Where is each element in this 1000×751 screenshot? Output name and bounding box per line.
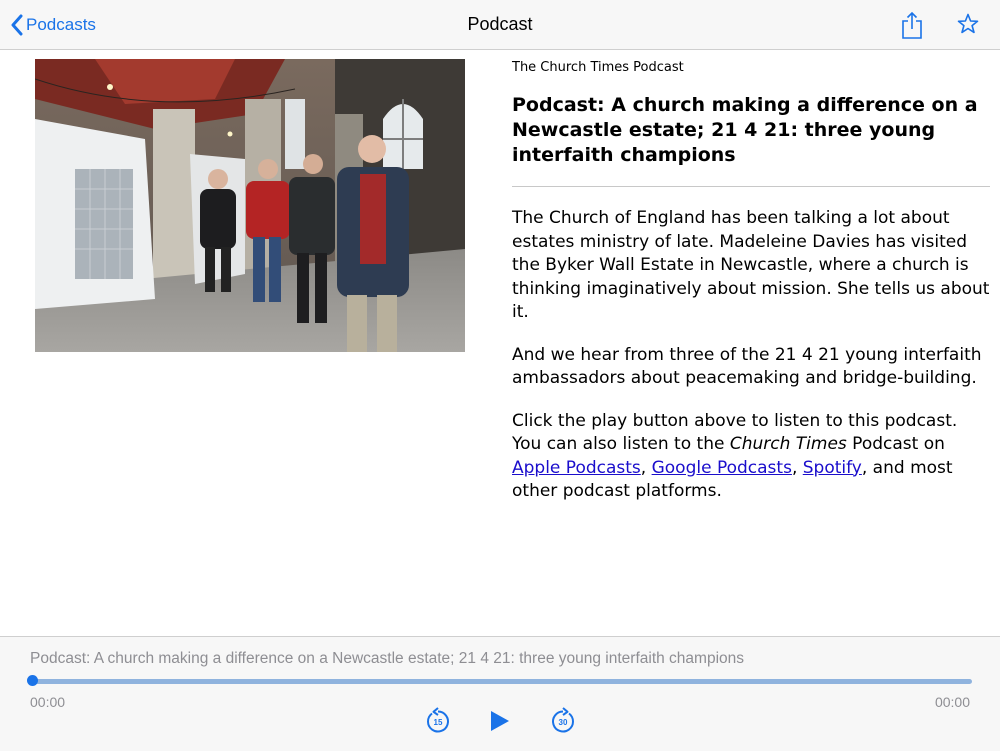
paragraph-text: Podcast on [846,434,945,454]
google-podcasts-link[interactable]: Google Podcasts [652,458,792,478]
skip-forward-30-icon: 30 [552,707,574,733]
podcast-source: The Church Times Podcast [512,60,684,75]
player-episode-title: Podcast: A church making a difference on… [30,650,745,667]
audio-player: Podcast: A church making a difference on… [0,636,1000,751]
skip-back-button[interactable]: 15 [424,707,452,740]
play-icon [491,711,509,731]
article: The Church Times Podcast Podcast: A chur… [512,60,990,523]
apple-podcasts-link[interactable]: Apple Podcasts [512,458,641,478]
skip-forward-seconds: 30 [559,718,568,727]
share-button[interactable] [900,10,924,45]
divider [512,186,990,187]
favorite-button[interactable] [957,13,979,40]
page-title: Podcast [467,14,533,34]
article-paragraph-1: The Church of England has been talking a… [512,208,990,322]
share-icon [902,11,922,39]
remaining-time: 00:00 [934,694,970,710]
separator: , [640,457,652,478]
article-headline: Podcast: A church making a difference on… [512,94,978,166]
skip-back-seconds: 15 [434,718,443,727]
spotify-link[interactable]: Spotify [803,458,862,478]
skip-back-15-icon: 15 [427,707,449,733]
article-paragraph-2: And we hear from three of the 21 4 21 yo… [512,344,982,389]
podcast-photo [35,59,465,352]
skip-forward-button[interactable]: 30 [549,707,577,740]
elapsed-time: 00:00 [30,694,66,710]
star-icon [957,13,979,34]
progress-scrubber[interactable] [26,675,38,686]
play-button[interactable] [489,709,511,738]
article-paragraph-3: Click the play button above to listen to… [512,410,990,504]
navigation-bar: Podcasts Podcast [0,0,1000,50]
progress-track[interactable] [32,679,972,684]
publication-name: Church Times [729,434,847,454]
separator: , [791,457,803,478]
